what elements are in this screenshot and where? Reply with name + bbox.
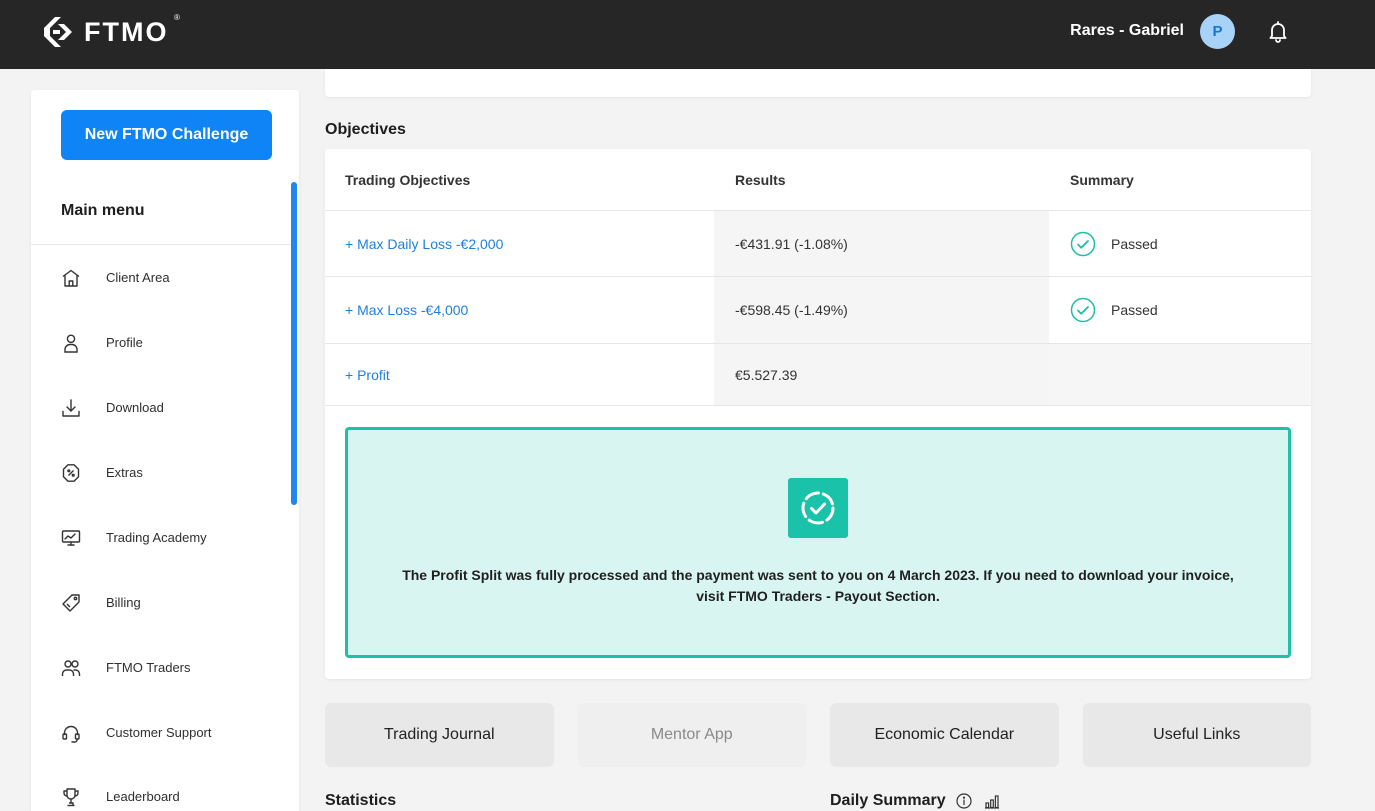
sidebar-item-profile[interactable]: Profile — [31, 310, 290, 375]
content-card-partial — [325, 69, 1311, 97]
users-icon — [61, 658, 81, 678]
statistics-title: Statistics — [325, 792, 397, 809]
sidebar-item-ftmo-traders[interactable]: FTMO Traders — [31, 635, 290, 700]
trophy-icon — [61, 787, 81, 807]
sidebar-item-label: Billing — [106, 594, 141, 610]
home-icon — [61, 268, 81, 288]
ftmo-logo[interactable]: FTMO ® — [41, 14, 180, 50]
sidebar-item-label: FTMO Traders — [106, 659, 191, 675]
user-name[interactable]: Rares - Gabriel — [1070, 21, 1184, 41]
objective-cell: + Profit — [325, 344, 714, 405]
avatar[interactable]: P — [1200, 14, 1235, 49]
trading-journal-button[interactable]: Trading Journal — [325, 703, 554, 767]
economic-calendar-button[interactable]: Economic Calendar — [830, 703, 1059, 767]
headset-icon — [61, 723, 81, 743]
result-cell: -€598.45 (-1.49%) — [714, 277, 1049, 343]
notice-container: The Profit Split was fully processed and… — [325, 406, 1311, 679]
status-text: Passed — [1111, 235, 1158, 252]
statistics-heading: Statistics — [325, 791, 396, 811]
processed-check-icon — [788, 478, 848, 538]
summary-cell — [1049, 344, 1311, 405]
column-header-objectives: Trading Objectives — [345, 171, 471, 188]
bell-icon[interactable] — [1266, 19, 1290, 43]
sidebar: New FTMO Challenge Main menu Client Area… — [31, 90, 299, 811]
notice-line: visit FTMO Traders - Payout Section. — [696, 588, 940, 604]
table-header: Trading Objectives Results Summary — [325, 149, 1311, 211]
ftmo-logo-icon — [44, 17, 72, 47]
objective-cell: + Max Daily Loss -€2,000 — [325, 211, 714, 276]
sidebar-item-client-area[interactable]: Client Area — [31, 245, 290, 310]
sidebar-item-customer-support[interactable]: Customer Support — [31, 700, 290, 765]
summary-cell: Passed — [1049, 277, 1311, 343]
bar-chart-icon[interactable] — [984, 793, 1000, 809]
download-icon — [61, 398, 81, 418]
sidebar-item-extras[interactable]: Extras — [31, 440, 290, 505]
bottom-sections: Statistics Daily Summary — [325, 791, 1311, 811]
objective-link-max-loss[interactable]: + Max Loss -€4,000 — [345, 302, 468, 318]
table-row: + Max Daily Loss -€2,000 -€431.91 (-1.08… — [325, 211, 1311, 277]
mentor-app-button[interactable]: Mentor App — [577, 703, 806, 767]
status-text: Passed — [1111, 302, 1158, 318]
user-icon — [61, 333, 81, 353]
logo-text: FTMO — [84, 17, 169, 47]
sidebar-item-label: Customer Support — [106, 724, 212, 740]
sidebar-item-label: Download — [106, 399, 164, 415]
registered-mark: ® — [174, 13, 180, 22]
daily-summary-heading: Daily Summary — [830, 791, 1000, 811]
check-circle-icon — [1070, 231, 1096, 256]
table-row: + Profit €5.527.39 — [325, 344, 1311, 406]
main-menu-title: Main menu — [61, 202, 145, 219]
check-circle-icon — [1070, 297, 1096, 323]
sidebar-item-label: Extras — [106, 464, 143, 480]
sidebar-item-label: Client Area — [106, 269, 170, 285]
objectives-heading: Objectives — [325, 121, 406, 138]
sidebar-scrollbar[interactable] — [291, 182, 297, 505]
sidebar-item-leaderboard[interactable]: Leaderboard — [31, 765, 290, 811]
discount-badge-icon — [61, 463, 81, 483]
sidebar-item-label: Trading Academy — [106, 529, 207, 545]
objectives-card: Trading Objectives Results Summary + Max… — [325, 149, 1311, 679]
top-bar: FTMO ® Rares - Gabriel P — [0, 0, 1375, 69]
result-cell: -€431.91 (-1.08%) — [714, 211, 1049, 276]
sidebar-item-trading-academy[interactable]: Trading Academy — [31, 505, 290, 570]
result-value: €5.527.39 — [735, 366, 798, 383]
result-value: -€598.45 (-1.49%) — [735, 302, 848, 318]
useful-links-button[interactable]: Useful Links — [1082, 703, 1311, 767]
sidebar-item-label: Leaderboard — [106, 789, 180, 804]
quick-links: Trading Journal Mentor App Economic Cale… — [325, 703, 1311, 767]
main-menu: Client Area Profile Download Extras Trad… — [31, 245, 290, 811]
summary-cell: Passed — [1049, 211, 1311, 276]
daily-summary-title: Daily Summary — [830, 792, 946, 809]
new-challenge-button[interactable]: New FTMO Challenge — [61, 110, 272, 160]
notice-text: The Profit Split was fully processed and… — [348, 565, 1288, 607]
column-header-summary: Summary — [1070, 171, 1134, 188]
info-icon[interactable] — [956, 793, 972, 809]
result-cell: €5.527.39 — [714, 344, 1049, 405]
tag-icon — [61, 593, 81, 613]
column-header-results: Results — [735, 171, 786, 188]
objective-link-max-daily-loss[interactable]: + Max Daily Loss -€2,000 — [345, 236, 503, 252]
profit-split-notice: The Profit Split was fully processed and… — [345, 427, 1291, 658]
table-row: + Max Loss -€4,000 -€598.45 (-1.49%) Pas… — [325, 277, 1311, 344]
sidebar-item-download[interactable]: Download — [31, 375, 290, 440]
objective-cell: + Max Loss -€4,000 — [325, 277, 714, 343]
academy-icon — [61, 528, 81, 548]
sidebar-item-label: Profile — [106, 334, 143, 350]
objective-link-profit[interactable]: + Profit — [345, 367, 390, 383]
result-value: -€431.91 (-1.08%) — [735, 235, 848, 252]
notice-line: The Profit Split was fully processed and… — [402, 567, 1234, 583]
main-content: Objectives Trading Objectives Results Su… — [325, 69, 1311, 811]
sidebar-item-billing[interactable]: Billing — [31, 570, 290, 635]
